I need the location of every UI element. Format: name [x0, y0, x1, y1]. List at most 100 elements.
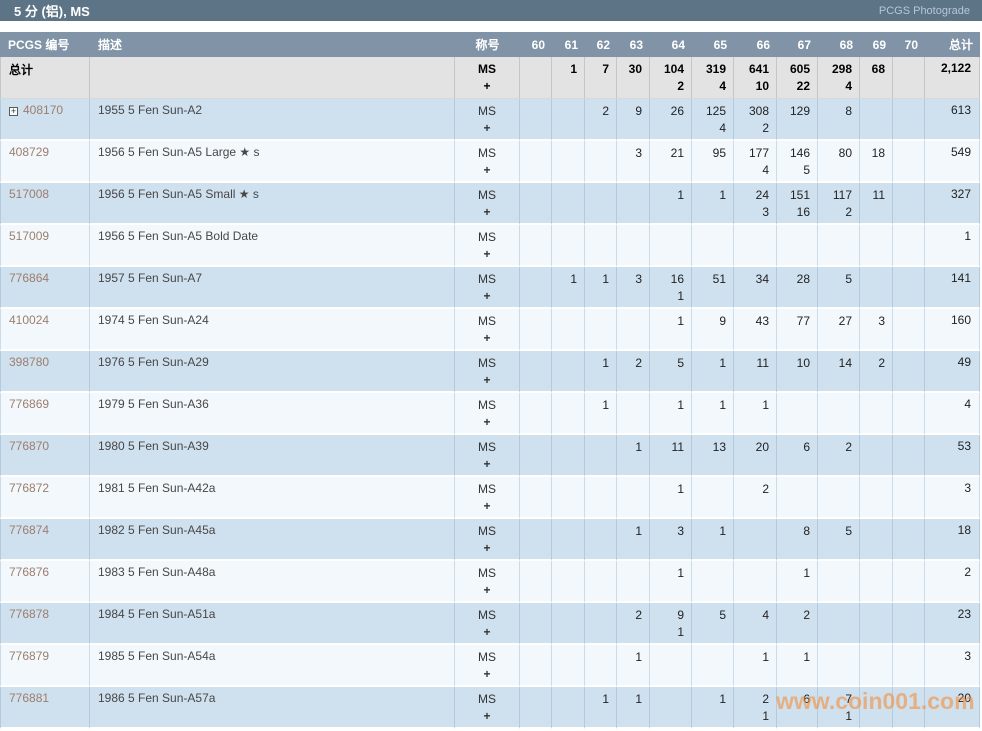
pcgs-number-link[interactable]: 517009 — [9, 229, 49, 243]
grade-66-cell: 1 — [734, 393, 777, 435]
grade-64-cell: 1 — [650, 183, 692, 225]
grade-68-cell: 80 — [818, 141, 860, 183]
page-title: 5 分 (铝), MS — [14, 4, 90, 19]
grade-61-cell — [552, 183, 585, 225]
grade-64-cell — [650, 645, 692, 687]
pcgs-number-link[interactable]: 408170 — [23, 103, 63, 117]
pcgs-number-link[interactable]: 408729 — [9, 145, 49, 159]
coin-description: 1957 5 Fen Sun-A7 — [90, 267, 455, 309]
totals-grand-total: 2,122 — [925, 57, 980, 99]
totals-description — [90, 57, 455, 99]
grade-68-cell — [818, 561, 860, 603]
table-row: 517009 1956 5 Fen Sun-A5 Bold Date MS + 1 — [0, 225, 980, 267]
pcgs-number-cell: 776878 — [0, 603, 90, 645]
grade-69-cell — [860, 225, 893, 267]
grade-66-cell: 2 — [734, 477, 777, 519]
row-total-cell: 160 — [925, 309, 980, 351]
designation-cell: MS + — [455, 309, 520, 351]
pcgs-number-link[interactable]: 776876 — [9, 565, 49, 579]
grade-62-cell — [585, 561, 617, 603]
grade-66-cell: 1 — [734, 645, 777, 687]
grade-69-cell — [860, 519, 893, 561]
coin-description: 1955 5 Fen Sun-A2 — [90, 99, 455, 141]
grade-60-cell — [520, 645, 552, 687]
grade-68-cell — [818, 645, 860, 687]
designation-cell: MS + — [455, 603, 520, 645]
pcgs-number-link[interactable]: 410024 — [9, 313, 49, 327]
grade-63-cell — [617, 183, 650, 225]
grade-68-cell: 5 — [818, 519, 860, 561]
grade-68-cell — [818, 477, 860, 519]
column-header-pcgs-number: PCGS 编号 — [0, 32, 90, 57]
grade-61-cell — [552, 519, 585, 561]
grade-66-cell: 4 — [734, 603, 777, 645]
grade-70-cell — [893, 477, 925, 519]
grade-60-cell — [520, 393, 552, 435]
pcgs-number-link[interactable]: 776869 — [9, 397, 49, 411]
table-row: 776874 1982 5 Fen Sun-A45a MS + 131 85 18 — [0, 519, 980, 561]
grade-60-cell — [520, 561, 552, 603]
pcgs-number-link[interactable]: 776879 — [9, 649, 49, 663]
grade-69-cell — [860, 477, 893, 519]
designation-cell: MS + — [455, 435, 520, 477]
pcgs-number-cell: 410024 — [0, 309, 90, 351]
grade-63-cell: 3 — [617, 141, 650, 183]
grade-70-cell — [893, 309, 925, 351]
designation-cell: MS + — [455, 393, 520, 435]
designation-cell: MS + — [455, 225, 520, 267]
pcgs-number-link[interactable]: 776874 — [9, 523, 49, 537]
pcgs-number-link[interactable]: 776870 — [9, 439, 49, 453]
grade-70-cell — [893, 435, 925, 477]
grade-67-cell: 77 — [777, 309, 818, 351]
grade-61-cell — [552, 561, 585, 603]
totals-grade-69: 68 — [860, 57, 893, 99]
table-row: 517008 1956 5 Fen Sun-A5 Small ★ s MS + 112… — [0, 183, 980, 225]
grade-67-cell — [777, 477, 818, 519]
grade-62-cell — [585, 309, 617, 351]
grade-70-cell — [893, 519, 925, 561]
totals-grade-68: 298 4 — [818, 57, 860, 99]
grade-67-cell — [777, 225, 818, 267]
grade-70-cell — [893, 603, 925, 645]
pcgs-number-link[interactable]: 776881 — [9, 691, 49, 705]
expand-icon[interactable]: + — [9, 107, 18, 116]
grade-64-cell: 21 — [650, 141, 692, 183]
grade-63-cell: 1 — [617, 519, 650, 561]
grade-66-cell: 20 — [734, 435, 777, 477]
grade-65-cell: 9 — [692, 309, 734, 351]
photograde-link[interactable]: PCGS Photograde — [879, 5, 970, 17]
totals-grade-63: 30 — [617, 57, 650, 99]
table-row: +408170 1955 5 Fen Sun-A2 MS + 2 9 26 125 4 308 2… — [0, 99, 980, 141]
pcgs-number-link[interactable]: 517008 — [9, 187, 49, 201]
pcgs-number-link[interactable]: 776878 — [9, 607, 49, 621]
grade-68-cell: 71 — [818, 687, 860, 729]
grade-70-cell — [893, 393, 925, 435]
grade-69-cell: 3 — [860, 309, 893, 351]
pcgs-number-link[interactable]: 776872 — [9, 481, 49, 495]
pcgs-number-cell: 776864 — [0, 267, 90, 309]
designation-cell: MS + — [455, 519, 520, 561]
table-row: 776878 1984 5 Fen Sun-A51a MS + 291542 23 — [0, 603, 980, 645]
grade-60-cell — [520, 477, 552, 519]
grade-69-cell — [860, 603, 893, 645]
grade-65-cell: 1 — [692, 519, 734, 561]
pcgs-number-link[interactable]: 776864 — [9, 271, 49, 285]
pcgs-number-cell: 408729 — [0, 141, 90, 183]
grade-69-cell — [860, 267, 893, 309]
table-row: 408729 1956 5 Fen Sun-A5 Large ★ s MS + 3 21… — [0, 141, 980, 183]
column-header-grade-69: 69 — [860, 32, 893, 57]
grade-69-cell: 2 — [860, 351, 893, 393]
grade-64-cell: 5 — [650, 351, 692, 393]
coin-description: 1986 5 Fen Sun-A57a — [90, 687, 455, 729]
grade-63-cell — [617, 561, 650, 603]
pcgs-number-link[interactable]: 398780 — [9, 355, 49, 369]
grade-62-cell: 1 — [585, 267, 617, 309]
table-row: 776881 1986 5 Fen Sun-A57a MS + 11 121671 2… — [0, 687, 980, 729]
pcgs-number-cell: 398780 — [0, 351, 90, 393]
grade-61-cell: 1 — [552, 267, 585, 309]
grade-60-cell — [520, 309, 552, 351]
grade-65-cell — [692, 561, 734, 603]
table-row: 776864 1957 5 Fen Sun-A7 MS + 1 1 3 16 1 51 34 28 5… — [0, 267, 980, 309]
grade-67-cell — [777, 393, 818, 435]
grade-66-cell: 177 4 — [734, 141, 777, 183]
